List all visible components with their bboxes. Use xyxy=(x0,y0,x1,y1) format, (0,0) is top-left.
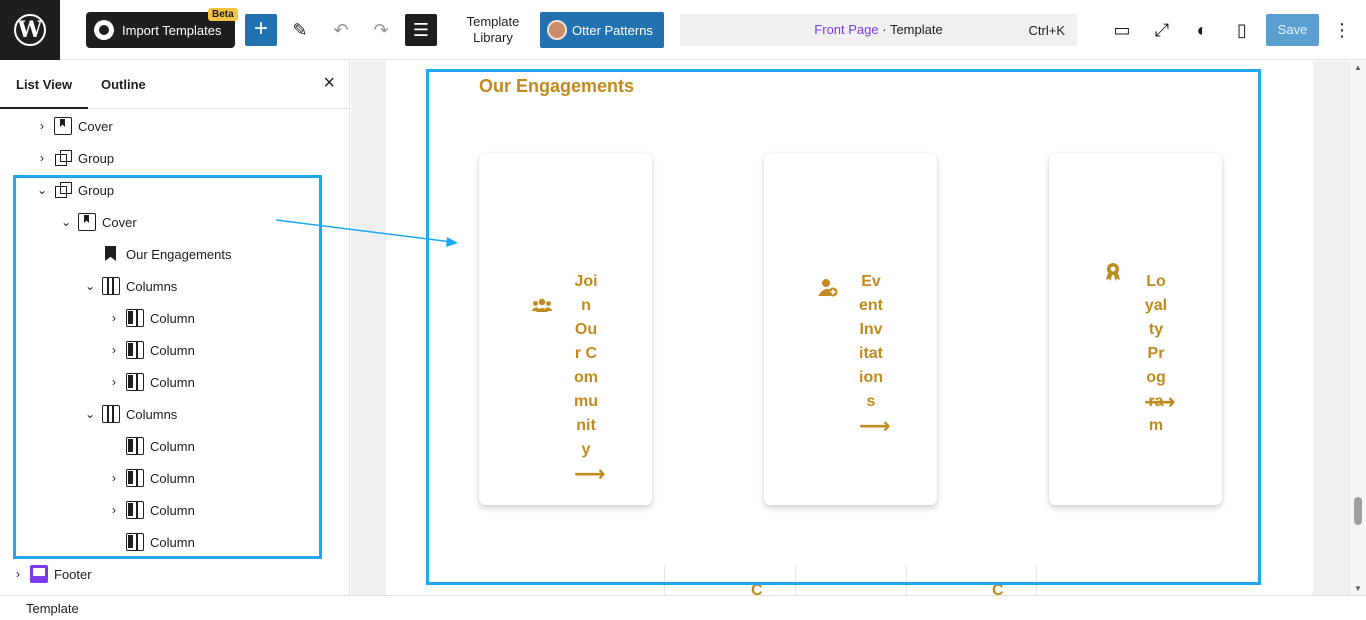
footer-icon xyxy=(30,565,48,583)
scroll-up-icon[interactable]: ▲ xyxy=(1354,63,1362,72)
redo-icon: ↷ xyxy=(373,19,389,40)
selection-highlight-box xyxy=(13,175,322,559)
breadcrumb-template[interactable]: Template xyxy=(26,601,79,616)
redo-button[interactable]: ↷ xyxy=(365,14,397,46)
sidebar-icon: ▯ xyxy=(1237,19,1247,40)
templates-icon xyxy=(94,20,114,40)
options-menu-button[interactable]: ⋮ xyxy=(1326,14,1358,46)
wordpress-logo-button[interactable]: W xyxy=(0,0,60,60)
editor-canvas: Our Engagements Join Our Community ⟶ Eve… xyxy=(351,61,1350,595)
tab-outline[interactable]: Outline xyxy=(101,77,146,92)
add-block-button[interactable]: + xyxy=(245,14,277,46)
command-palette-bar[interactable]: Front Page · Template Ctrl+K xyxy=(680,14,1077,46)
fullscreen-button[interactable]: ⤢ xyxy=(1146,14,1178,46)
otter-patterns-label: Otter Patterns xyxy=(572,22,653,38)
settings-panel-button[interactable]: ▯ xyxy=(1226,14,1258,46)
list-view-icon: ☰ xyxy=(412,19,430,40)
group-icon xyxy=(54,149,72,167)
list-view-item-label: Group xyxy=(78,150,115,166)
document-page-name: Front Page xyxy=(814,22,879,37)
list-view-item-cover[interactable]: › Cover xyxy=(34,110,113,142)
contrast-icon: ◐ xyxy=(1196,19,1208,40)
close-icon[interactable]: × xyxy=(323,73,335,93)
list-view-item-footer[interactable]: › Footer xyxy=(10,558,92,590)
document-type: · Template xyxy=(878,22,943,37)
scroll-down-icon[interactable]: ▼ xyxy=(1354,584,1362,593)
scrollbar-thumb[interactable] xyxy=(1354,497,1362,525)
chevron-right-icon[interactable]: › xyxy=(34,119,50,133)
chevron-right-icon[interactable]: › xyxy=(10,567,26,581)
template-library-button[interactable]: Template Library xyxy=(456,14,530,46)
canvas-highlight-box xyxy=(426,69,1261,585)
more-vertical-icon: ⋮ xyxy=(1333,19,1351,40)
cover-icon xyxy=(54,117,72,135)
top-toolbar: W Import Templates Beta + ✎ ↶ ↷ ☰ Templa… xyxy=(0,0,1366,60)
wordpress-icon: W xyxy=(14,14,46,46)
import-templates-label: Import Templates xyxy=(122,22,222,38)
list-view-item-label: Footer xyxy=(54,566,92,582)
expand-icon: ⤢ xyxy=(1154,19,1170,40)
plus-icon: + xyxy=(253,15,268,42)
pencil-icon: ✎ xyxy=(292,19,308,40)
beta-badge: Beta xyxy=(208,8,238,21)
undo-button[interactable]: ↶ xyxy=(325,14,357,46)
laptop-icon: ▭ xyxy=(1113,19,1131,40)
sidebar-tabs: List View Outline × xyxy=(0,61,349,109)
canvas-scrollbar[interactable]: ▲ ▼ xyxy=(1350,61,1366,595)
status-bar: Template xyxy=(0,595,1366,620)
list-view-item-label: Cover xyxy=(78,118,113,134)
document-overview-button[interactable]: ☰ xyxy=(405,14,437,46)
edit-tool-button[interactable]: ✎ xyxy=(284,14,316,46)
tab-list-view[interactable]: List View xyxy=(0,77,89,109)
chevron-right-icon[interactable]: › xyxy=(34,151,50,165)
styles-button[interactable]: ◐ xyxy=(1186,14,1218,46)
shortcut-hint: Ctrl+K xyxy=(1028,23,1065,38)
preview-device-button[interactable]: ▭ xyxy=(1106,14,1138,46)
list-view-item-group[interactable]: › Group xyxy=(34,142,114,174)
document-title: Front Page · Template xyxy=(680,22,1077,37)
save-button[interactable]: Save xyxy=(1266,14,1319,46)
undo-icon: ↶ xyxy=(333,19,349,40)
otter-avatar-icon xyxy=(547,20,567,40)
otter-patterns-button[interactable]: Otter Patterns xyxy=(540,12,664,48)
